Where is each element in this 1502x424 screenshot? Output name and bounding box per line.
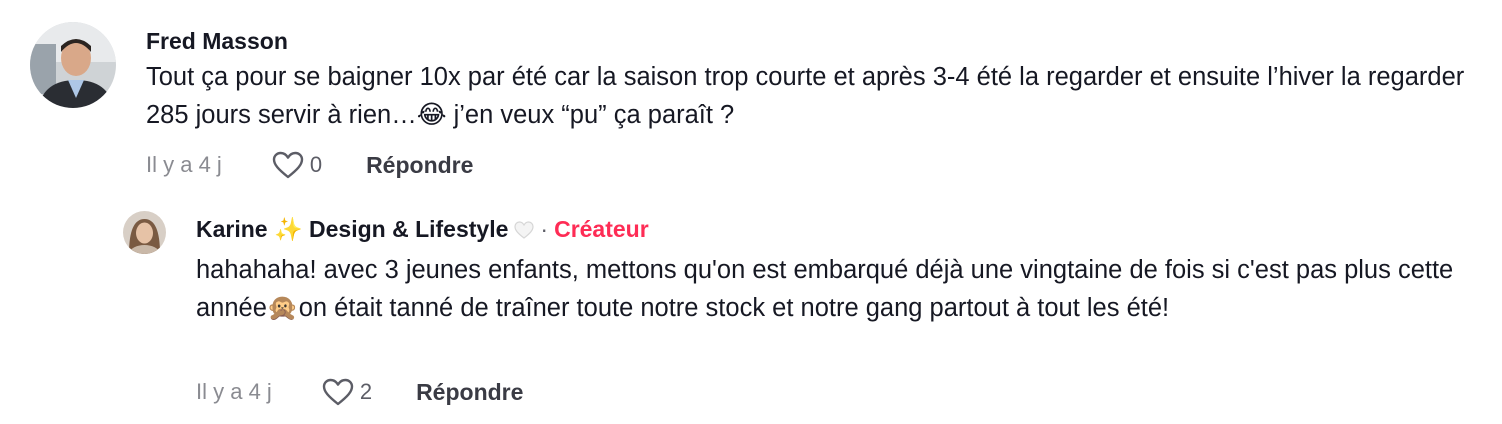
- heart-outline-icon: [322, 378, 354, 406]
- heart-outline-icon: [272, 151, 304, 179]
- separator: ·: [540, 216, 549, 242]
- comment-text-part: Tout ça pour se baigner 10x par été car …: [146, 63, 1465, 129]
- like-button[interactable]: 0: [272, 151, 322, 179]
- white-heart-icon: [514, 221, 535, 239]
- speak-no-evil-monkey-icon: 🙊: [266, 293, 299, 323]
- comment-timestamp: Il y a 4 j: [146, 152, 222, 177]
- creator-badge: Créateur: [554, 216, 649, 242]
- avatar[interactable]: [30, 22, 116, 108]
- comment-text-part: j’en veux “pu” ça paraît ?: [446, 101, 735, 129]
- reply-timestamp: Il y a 4 j: [196, 379, 272, 404]
- reply-text: hahahaha! avec 3 jeunes enfants, mettons…: [196, 251, 1486, 327]
- reply-text-part: on était tanné de traîner toute notre st…: [298, 294, 1170, 322]
- like-count: 0: [309, 152, 323, 177]
- comment-item: Fred Masson Tout ça pour se baigner 10x …: [0, 0, 1502, 200]
- comment-author[interactable]: Fred Masson: [146, 27, 288, 55]
- avatar-image: [30, 22, 116, 108]
- comment-text: Tout ça pour se baigner 10x par été car …: [146, 58, 1476, 134]
- reply-item: Karine ✨ Design & Lifestyle · Créateur hah…: [0, 200, 1502, 424]
- sparkles-icon: ✨: [273, 217, 303, 243]
- reply-button[interactable]: Répondre: [416, 379, 523, 406]
- comment-actions: Il y a 4 j 0 Répondre: [146, 145, 473, 185]
- reply-author[interactable]: Karine ✨ Design & Lifestyle: [196, 216, 535, 243]
- reply-avatar[interactable]: [123, 211, 166, 254]
- reply-actions: Il y a 4 j 2 Répondre: [196, 372, 523, 412]
- reply-author-name-rest: Design & Lifestyle: [309, 216, 509, 242]
- reply-author-name: Karine: [196, 216, 268, 242]
- reply-button[interactable]: Répondre: [366, 152, 473, 179]
- reply-author-line: Karine ✨ Design & Lifestyle · Créateur: [196, 215, 649, 244]
- avatar-image: [123, 211, 166, 254]
- laughing-emoji-icon: 😂: [416, 100, 447, 130]
- like-count: 2: [359, 379, 373, 404]
- like-button[interactable]: 2: [322, 378, 372, 406]
